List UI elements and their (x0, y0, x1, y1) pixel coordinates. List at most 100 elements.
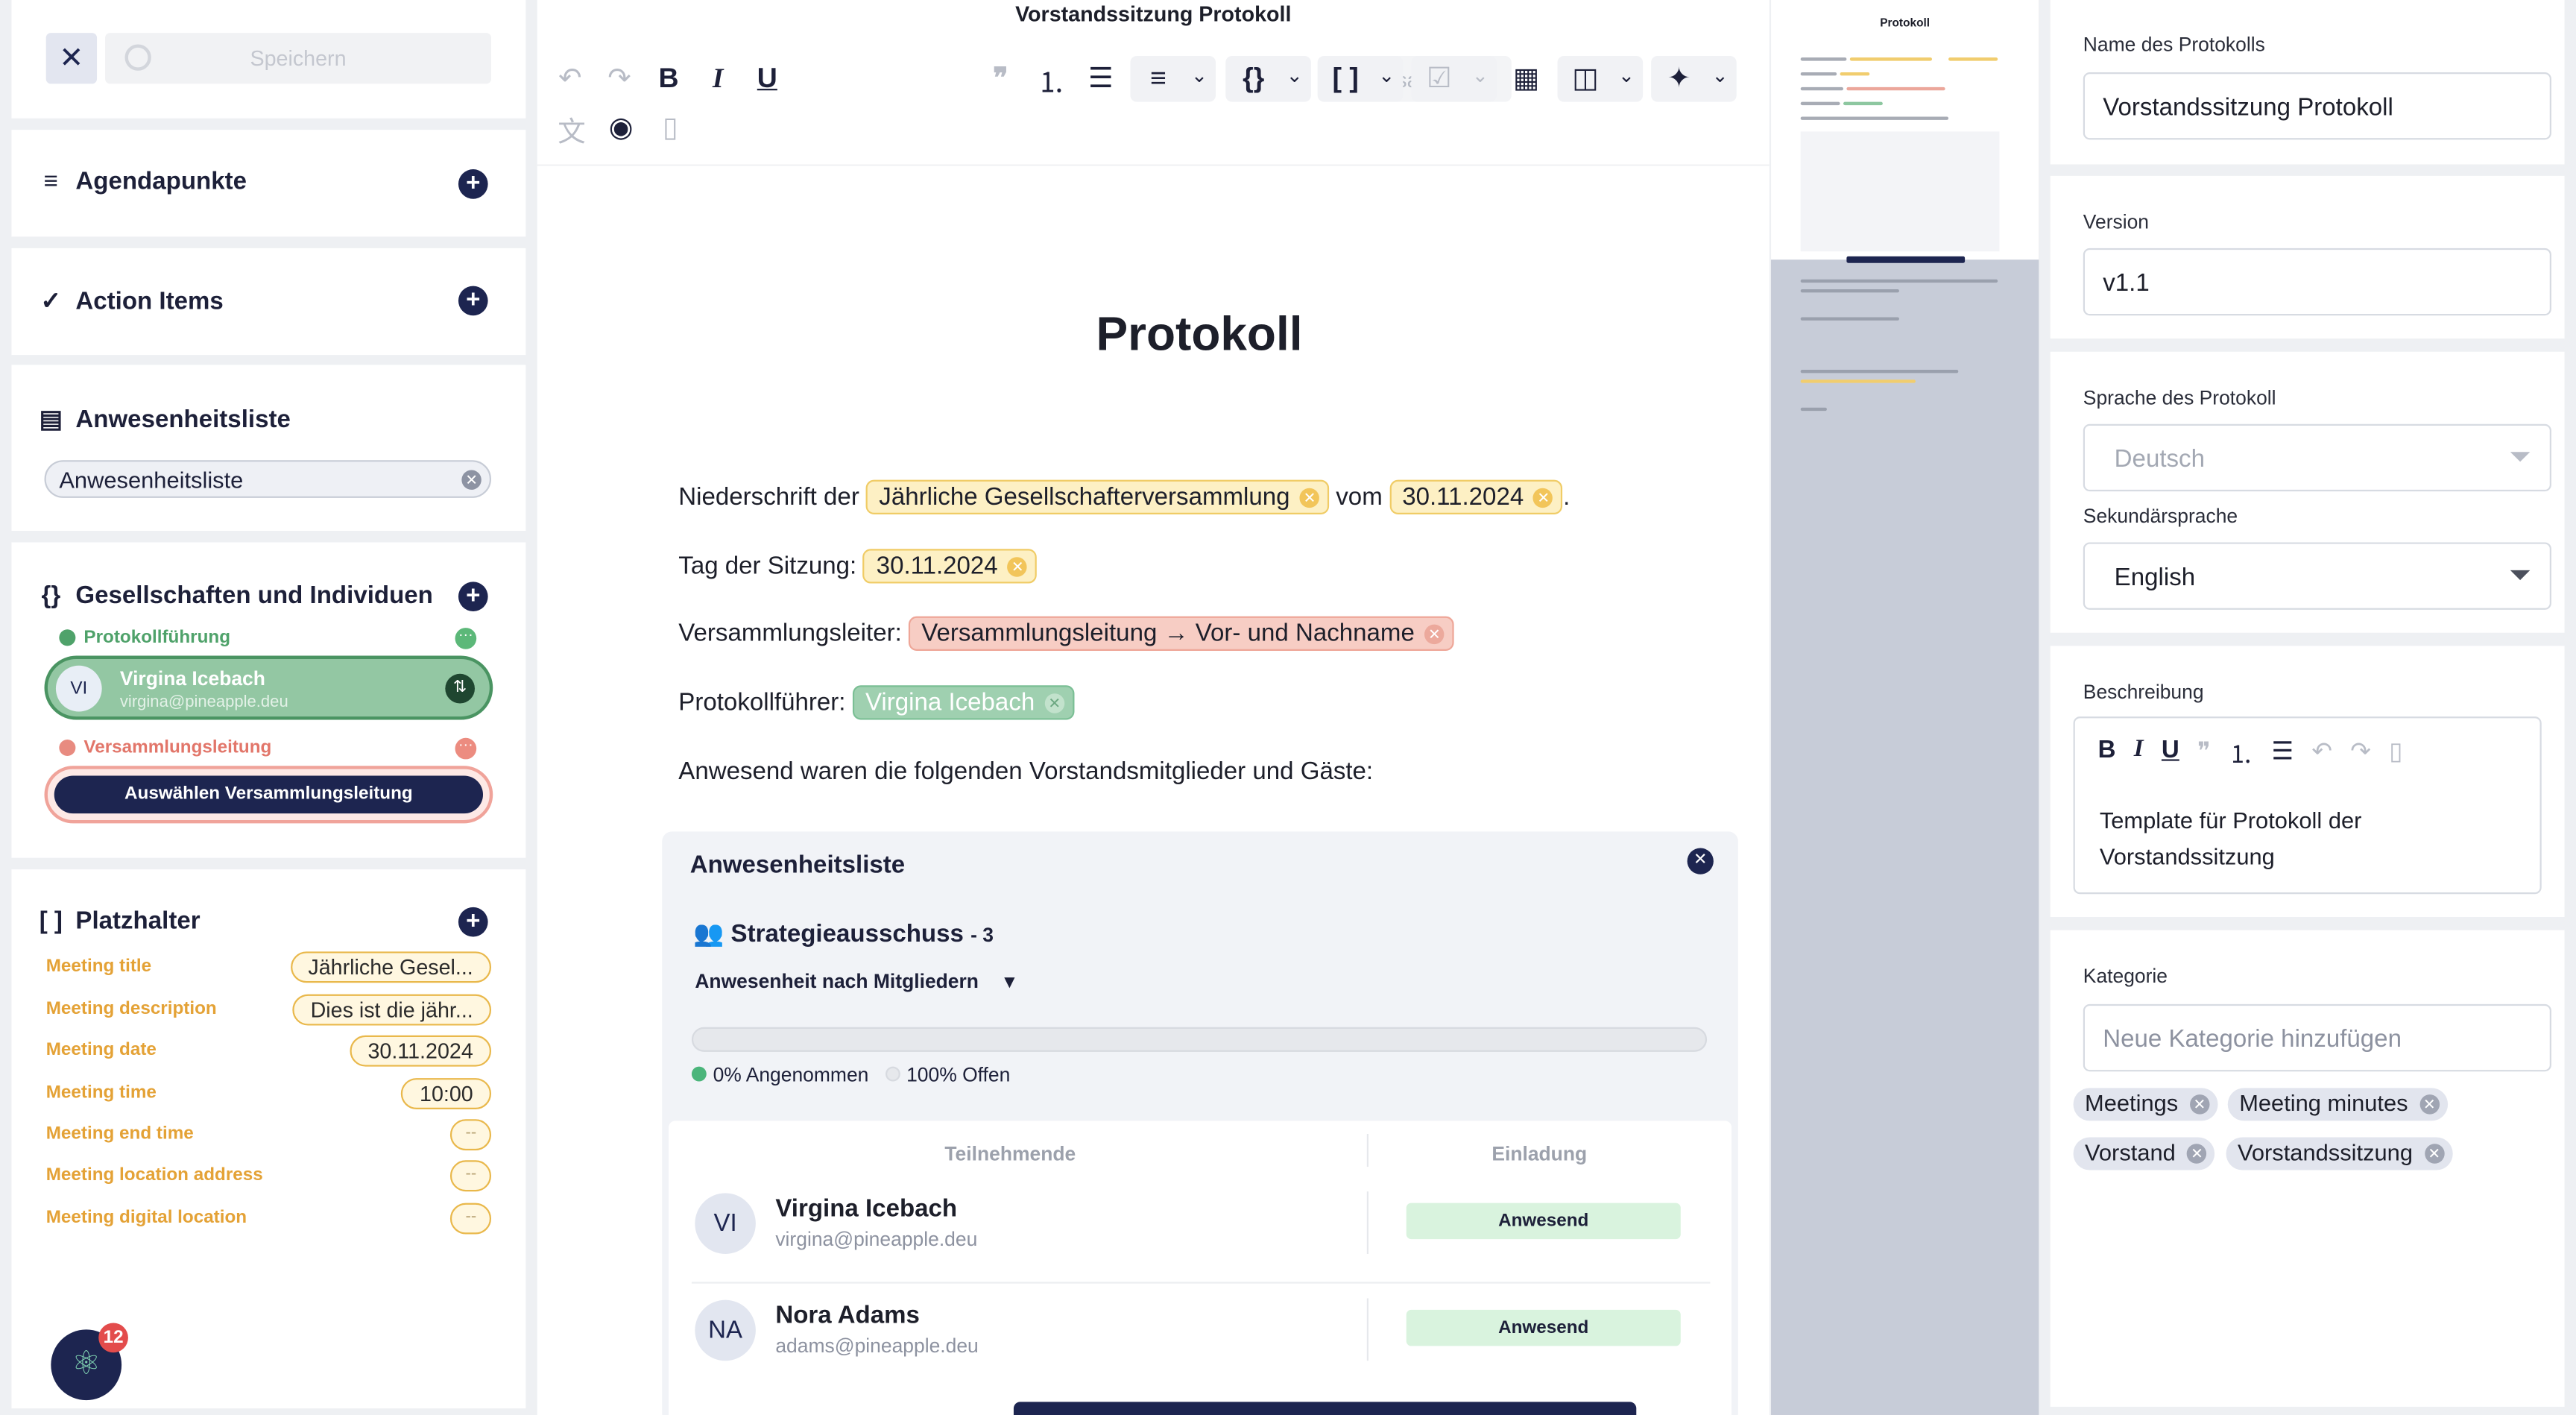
notification-count: 12 (98, 1323, 128, 1353)
italic-icon[interactable]: I (700, 61, 736, 97)
bold-icon[interactable]: B (651, 61, 686, 97)
redo-icon[interactable]: ↷ (599, 61, 639, 97)
status-badge[interactable]: Anwesend (1406, 1309, 1681, 1346)
meeting-lead-tag[interactable]: Versammlungsleitung → Vor- und Nachname ✕ (908, 616, 1454, 651)
layout-menu[interactable]: ◫ ⌄ (1557, 55, 1644, 102)
add-placeholder-button[interactable]: + (458, 907, 488, 937)
edit-attendance-button[interactable] (1013, 1402, 1637, 1415)
table-icon[interactable]: ▦ (1508, 61, 1544, 97)
placeholder-value[interactable]: -- (450, 1119, 492, 1151)
add-action-item-button[interactable]: + (458, 286, 488, 316)
attendance-title: ▤ Anwesenheitsliste (36, 404, 291, 434)
redo-icon[interactable]: ↷ (2350, 737, 2371, 771)
tag-label: Vorstand (2085, 1138, 2176, 1165)
magic-menu[interactable]: ✦ ⌄ (1651, 55, 1737, 102)
category-input[interactable]: Neue Kategorie hinzufügen (2083, 1003, 2551, 1072)
placeholder-row: Meeting digital location -- (46, 1203, 492, 1235)
minutes-taker-tag[interactable]: Virgina Icebach ✕ (852, 685, 1075, 720)
remove-icon[interactable]: ✕ (461, 470, 482, 490)
ordered-list-icon[interactable]: ⒈ (1032, 61, 1071, 98)
add-agenda-button[interactable]: + (458, 169, 488, 199)
category-tag[interactable]: Vorstand ✕ (2073, 1137, 2215, 1170)
quote-icon[interactable]: ❞ (982, 61, 1018, 97)
category-tag[interactable]: Meeting minutes ✕ (2227, 1088, 2448, 1121)
placeholder-menu[interactable]: [ ] ⌄ (1317, 55, 1404, 102)
companies-title: {} Gesellschaften und Individuen (36, 582, 432, 609)
underline-icon[interactable]: U (749, 61, 785, 97)
secondary-language-select[interactable]: English (2083, 542, 2551, 610)
remove-icon[interactable]: ✕ (1299, 487, 1320, 508)
align-menu[interactable]: ≡ ⌄ (1130, 55, 1216, 102)
swap-icon[interactable]: ⇅ (445, 673, 475, 704)
underline-icon[interactable]: U (2162, 737, 2179, 771)
translate-icon[interactable]: 文 (552, 110, 592, 147)
placeholder-value[interactable]: -- (450, 1160, 492, 1192)
remove-icon[interactable]: ✕ (2424, 1144, 2444, 1164)
save-label: Speichern (250, 45, 347, 71)
bullet-list-icon[interactable]: ☰ (2271, 737, 2294, 771)
text-fragment: . (1563, 483, 1570, 511)
placeholder-value[interactable]: Dies ist die jähr... (292, 994, 492, 1026)
attendance-mode-dropdown[interactable]: Anwesenheit nach Mitgliedern ▼ (695, 970, 1018, 993)
role-minutes-more-icon[interactable]: ··· (455, 627, 477, 649)
quote-icon[interactable]: ❞ (2197, 737, 2211, 771)
description-text[interactable]: Template für Protokoll der Vorstandssitz… (2100, 802, 2494, 874)
meeting-date-tag[interactable]: 30.11.2024 ✕ (1389, 479, 1564, 514)
placeholder-value[interactable]: Jährliche Gesel... (290, 951, 492, 983)
preview-line (1800, 369, 1959, 374)
name-input[interactable]: Vorstandssitzung Protokoll (2083, 72, 2551, 140)
attendance-chip[interactable]: Anwesenheitsliste ✕ (44, 460, 492, 498)
clipboard-icon[interactable]: ▯ (651, 110, 690, 146)
legend-dot (691, 1066, 707, 1082)
placeholder-row: Meeting end time -- (46, 1119, 492, 1151)
placeholder-value[interactable]: -- (450, 1203, 492, 1235)
checklist-menu[interactable]: ☑ ⌄ (1411, 55, 1497, 102)
remove-icon[interactable]: ✕ (1424, 623, 1445, 644)
meeting-date-tag[interactable]: 30.11.2024 ✕ (863, 549, 1038, 584)
legend-dot (885, 1066, 900, 1082)
remove-icon[interactable]: ✕ (2189, 1094, 2210, 1115)
clipboard-icon[interactable]: ▯ (2389, 737, 2402, 771)
group-name: Strategieausschuss (730, 920, 964, 948)
secondary-language-label: Sekundärsprache (2083, 504, 2238, 528)
progress-legend: 0% Angenommen 100% Offen (691, 1063, 1010, 1086)
attendance-label: Anwesenheitsliste (75, 405, 291, 433)
remove-icon[interactable]: ✕ (1044, 693, 1064, 713)
version-input[interactable]: v1.1 (2083, 248, 2551, 316)
language-select[interactable]: Deutsch (2083, 423, 2551, 492)
close-icon[interactable]: ✕ (1687, 848, 1714, 874)
preview-line (1800, 101, 1840, 106)
remove-icon[interactable]: ✕ (2419, 1094, 2440, 1115)
italic-icon[interactable]: I (2134, 737, 2144, 771)
placeholder-key: Meeting title (45, 956, 152, 977)
variable-menu[interactable]: {} ⌄ (1225, 55, 1311, 102)
description-editor[interactable]: B I U ❞ ⒈ ☰ ↶ ↷ ▯ Template für Protokoll… (2073, 716, 2542, 895)
close-button[interactable]: ✕ (45, 33, 98, 84)
role-lead-more-icon[interactable]: ··· (455, 737, 477, 760)
category-label: Kategorie (2083, 964, 2168, 988)
remove-icon[interactable]: ✕ (1007, 556, 1028, 576)
category-tag[interactable]: Meetings ✕ (2073, 1088, 2218, 1121)
bold-icon[interactable]: B (2098, 737, 2116, 771)
column-divider (1366, 1298, 1369, 1361)
undo-icon[interactable]: ↶ (2311, 737, 2332, 771)
tag-label: Meeting minutes (2239, 1089, 2408, 1116)
bullet-list-icon[interactable]: ☰ (1081, 61, 1120, 97)
undo-icon[interactable]: ↶ (550, 61, 590, 97)
add-company-button[interactable]: + (458, 582, 488, 612)
ordered-list-icon[interactable]: ⒈ (2229, 737, 2253, 771)
document-heading: Protokoll (1096, 309, 1303, 362)
remove-icon[interactable]: ✕ (1533, 487, 1553, 508)
person-chip[interactable]: VI Virgina Icebach virgina@pineapple.deu… (44, 655, 493, 720)
save-button[interactable]: Speichern (105, 33, 492, 84)
placeholder-value[interactable]: 10:00 (401, 1078, 492, 1109)
meeting-title-tag[interactable]: Jährliche Gesellschafterversammlung ✕ (865, 479, 1330, 514)
eye-icon[interactable]: ◉ (602, 110, 641, 146)
page-preview[interactable]: Protokoll (1771, 0, 2039, 1415)
remove-icon[interactable]: ✕ (2187, 1144, 2207, 1164)
placeholder-value[interactable]: 30.11.2024 (350, 1035, 492, 1067)
assistant-button[interactable]: ⚛ 12 (51, 1323, 128, 1401)
category-tag[interactable]: Vorstandssitzung ✕ (2226, 1137, 2452, 1170)
select-lead-button[interactable]: Auswählen Versammlungsleitung (54, 775, 484, 814)
status-badge[interactable]: Anwesend (1406, 1203, 1681, 1240)
